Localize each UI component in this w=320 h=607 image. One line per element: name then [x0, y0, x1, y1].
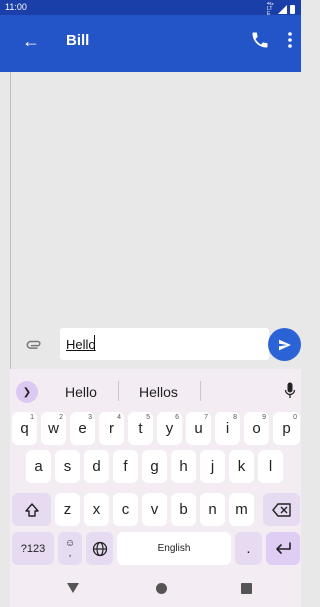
suggestion-divider: [200, 381, 201, 401]
chevron-right-icon: ❯: [22, 386, 32, 398]
suggestion-1[interactable]: Hello: [65, 384, 97, 400]
key-v[interactable]: v: [142, 493, 167, 526]
enter-key[interactable]: [266, 532, 300, 565]
key-f[interactable]: f: [113, 450, 138, 483]
message-input-text: Hello: [66, 337, 96, 352]
on-screen-keyboard: ❯ Hello Hellos q1 w2 e3 r4 t5 y6 u7 i8 o…: [10, 369, 301, 574]
phone-call-icon[interactable]: [250, 30, 270, 50]
message-input[interactable]: Hello: [60, 328, 269, 360]
more-options-icon[interactable]: [286, 30, 294, 50]
emoji-icon: ☺: [64, 537, 76, 549]
microphone-icon[interactable]: [284, 382, 296, 400]
space-key[interactable]: English: [117, 532, 231, 565]
battery-icon: [290, 5, 295, 14]
enter-arrow-icon: [276, 541, 291, 554]
send-icon: [278, 339, 291, 350]
key-b[interactable]: b: [171, 493, 196, 526]
key-s[interactable]: s: [55, 450, 80, 483]
suggestion-strip: ❯ Hello Hellos: [10, 369, 301, 409]
key-x[interactable]: x: [84, 493, 109, 526]
comma-emoji-key[interactable]: ☺ ,: [58, 532, 82, 565]
nav-back-icon[interactable]: [67, 583, 79, 593]
key-p[interactable]: p0: [273, 412, 300, 445]
backspace-key[interactable]: [263, 493, 300, 526]
keyboard-expand-button[interactable]: ❯: [16, 381, 38, 403]
key-d[interactable]: d: [84, 450, 109, 483]
key-j[interactable]: j: [200, 450, 225, 483]
nav-recents-icon[interactable]: [241, 583, 252, 594]
key-t[interactable]: t5: [128, 412, 153, 445]
key-w[interactable]: w2: [41, 412, 66, 445]
status-bar: 11:00 4G LTE: [0, 0, 301, 17]
message-thread[interactable]: [10, 72, 294, 330]
key-n[interactable]: n: [200, 493, 225, 526]
send-button[interactable]: [268, 328, 301, 361]
key-i[interactable]: i8: [215, 412, 240, 445]
signal-icon: [278, 5, 287, 14]
symbols-key[interactable]: ?123: [12, 532, 54, 565]
compose-bar: Hello: [10, 323, 301, 369]
period-key[interactable]: .: [235, 532, 262, 565]
suggestion-2[interactable]: Hellos: [139, 384, 178, 400]
status-time: 11:00: [5, 2, 27, 12]
globe-icon: [92, 541, 107, 556]
shift-key[interactable]: [12, 493, 51, 526]
text-caret: [94, 335, 95, 351]
key-y[interactable]: y6: [157, 412, 182, 445]
nav-home-icon[interactable]: [156, 583, 167, 594]
attach-icon[interactable]: [24, 334, 44, 354]
key-h[interactable]: h: [171, 450, 196, 483]
key-q[interactable]: q1: [12, 412, 37, 445]
key-c[interactable]: c: [113, 493, 138, 526]
key-g[interactable]: g: [142, 450, 167, 483]
key-u[interactable]: u7: [186, 412, 211, 445]
backspace-icon: [271, 502, 291, 517]
key-m[interactable]: m: [229, 493, 254, 526]
conversation-title: Bill: [66, 32, 90, 49]
key-r[interactable]: r4: [99, 412, 124, 445]
key-e[interactable]: e3: [70, 412, 95, 445]
key-k[interactable]: k: [229, 450, 254, 483]
key-a[interactable]: a: [26, 450, 51, 483]
phone-screen: 11:00 4G LTE ← Bill Hello ❯ Hello Hellos…: [0, 0, 301, 607]
shift-icon: [24, 502, 39, 517]
key-z[interactable]: z: [55, 493, 80, 526]
system-navigation-bar: [10, 574, 301, 607]
key-o[interactable]: o9: [244, 412, 269, 445]
back-arrow-icon[interactable]: ←: [22, 31, 40, 51]
app-bar: ← Bill: [0, 15, 301, 72]
language-key[interactable]: [86, 532, 113, 565]
key-l[interactable]: l: [258, 450, 283, 483]
suggestion-divider: [118, 381, 119, 401]
